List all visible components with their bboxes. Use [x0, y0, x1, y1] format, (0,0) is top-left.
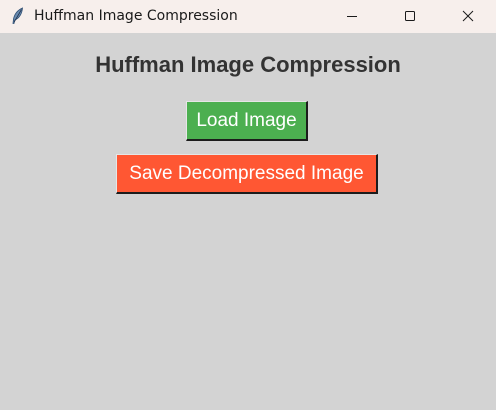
page-title: Huffman Image Compression [95, 52, 401, 77]
feather-icon [10, 7, 26, 25]
maximize-icon [404, 7, 416, 26]
app-window: Huffman Image Compression Huffman Image … [0, 0, 496, 410]
close-button[interactable] [439, 0, 496, 33]
load-image-button[interactable]: Load Image [186, 101, 308, 141]
save-decompressed-image-button[interactable]: Save Decompressed Image [116, 154, 378, 194]
minimize-icon [346, 7, 358, 26]
window-title: Huffman Image Compression [34, 8, 238, 24]
maximize-button[interactable] [381, 0, 439, 33]
title-bar[interactable]: Huffman Image Compression [0, 0, 496, 33]
close-icon [462, 7, 474, 26]
minimize-button[interactable] [323, 0, 381, 33]
